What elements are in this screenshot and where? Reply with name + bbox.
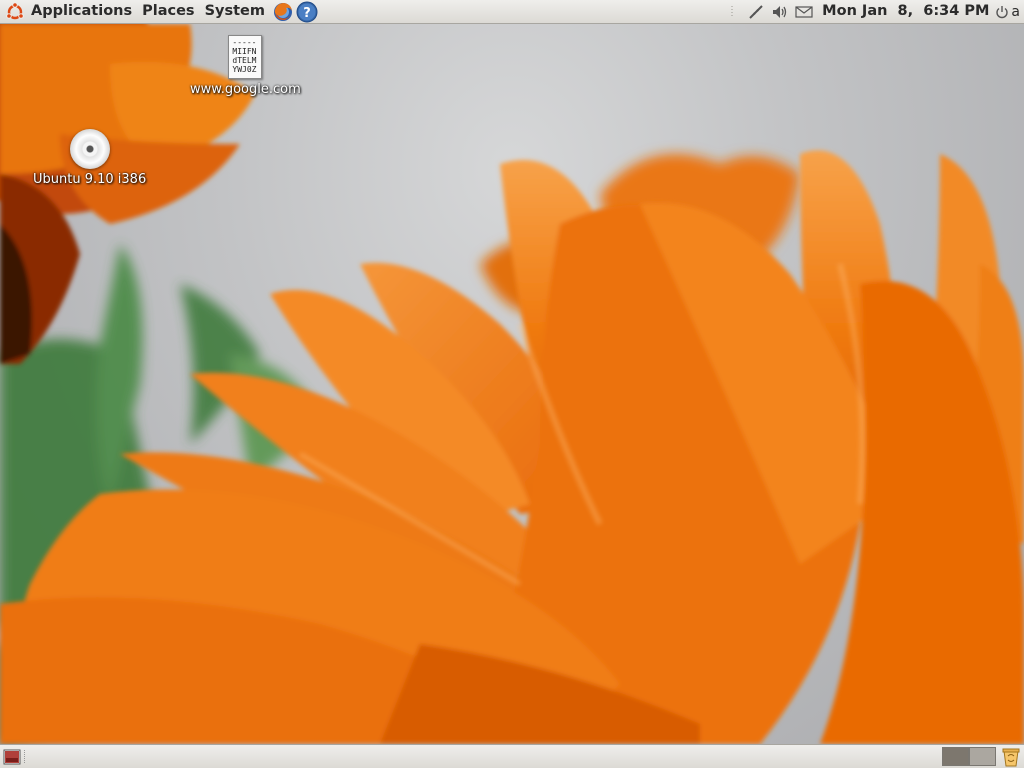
- desktop-icon-label: Ubuntu 9.10 i386: [33, 172, 147, 187]
- user-name: a: [1011, 4, 1020, 20]
- workspace-switcher: [942, 747, 996, 766]
- clock[interactable]: Mon Jan 8, 6:34 PM: [816, 0, 995, 24]
- panel-separator-icon: [722, 1, 742, 23]
- desktop-icon-label: www.google.com: [190, 82, 301, 97]
- mail-icon[interactable]: [794, 1, 814, 23]
- volume-icon[interactable]: [770, 1, 790, 23]
- user-switcher[interactable]: a: [995, 4, 1024, 20]
- panel-handle[interactable]: [24, 750, 29, 763]
- show-desktop-icon[interactable]: [2, 747, 22, 766]
- menu-system[interactable]: System: [200, 0, 270, 24]
- menu-applications[interactable]: Applications: [26, 0, 137, 24]
- firefox-icon[interactable]: [272, 1, 294, 23]
- help-icon[interactable]: ?: [296, 1, 318, 23]
- trash-icon[interactable]: [1001, 746, 1021, 767]
- network-icon[interactable]: [746, 1, 766, 23]
- notification-area: Mon Jan 8, 6:34 PM a: [720, 0, 1024, 24]
- power-icon: [995, 5, 1009, 19]
- cd-icon: [69, 129, 110, 169]
- menu-places[interactable]: Places: [137, 0, 199, 24]
- top-panel: Applications Places System ? Mon Jan 8, …: [0, 0, 1024, 24]
- workspace-1[interactable]: [942, 747, 969, 766]
- wallpaper-image: [0, 24, 1024, 744]
- desktop-icon-ubuntu-cd[interactable]: Ubuntu 9.10 i386: [33, 129, 146, 187]
- desktop-icon-google[interactable]: ----- MIIFN dTELM YWJ0Z www.google.com: [190, 35, 301, 97]
- desktop[interactable]: ----- MIIFN dTELM YWJ0Z www.google.com U…: [0, 24, 1024, 744]
- svg-text:?: ?: [303, 6, 311, 21]
- ubuntu-logo-icon[interactable]: [4, 1, 26, 23]
- bottom-panel: [0, 744, 1024, 768]
- workspace-2[interactable]: [969, 747, 996, 766]
- text-file-icon: ----- MIIFN dTELM YWJ0Z: [228, 35, 263, 79]
- main-menu-bar: Applications Places System ?: [0, 0, 318, 24]
